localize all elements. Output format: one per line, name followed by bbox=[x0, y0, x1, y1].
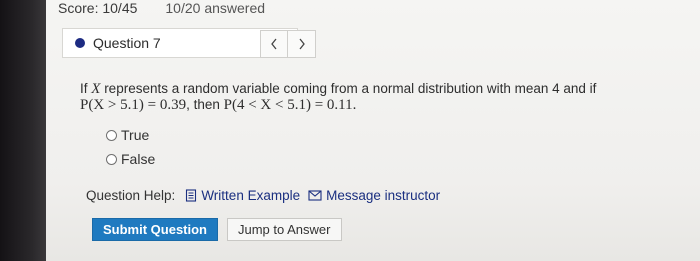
written-example-label: Written Example bbox=[201, 188, 301, 203]
message-instructor-link[interactable]: Message instructor bbox=[308, 188, 440, 203]
claimed-probability: P(4 < X < 5.1) = 0.11. bbox=[223, 97, 357, 113]
status-dot-icon bbox=[75, 38, 85, 48]
option-false[interactable]: False bbox=[106, 148, 155, 170]
question-line-2: P(X > 5.1) = 0.39, then P(4 < X < 5.1) =… bbox=[80, 97, 680, 113]
radio-true[interactable] bbox=[106, 129, 117, 141]
score-bar: Score: 10/45 10/20 answered bbox=[58, 0, 265, 19]
written-example-link[interactable]: Written Example bbox=[185, 188, 300, 203]
screen: Score: 10/45 10/20 answered Question 7 I bbox=[0, 0, 700, 261]
option-true[interactable]: True bbox=[106, 124, 155, 146]
submit-question-button[interactable]: Submit Question bbox=[92, 218, 218, 241]
question-text: If X represents a random variable coming… bbox=[80, 81, 680, 113]
document-icon bbox=[186, 189, 197, 202]
chevron-right-icon bbox=[298, 38, 305, 50]
action-buttons: Submit Question Jump to Answer bbox=[92, 218, 342, 241]
question-help-label: Question Help: bbox=[86, 188, 176, 203]
option-false-label: False bbox=[121, 151, 156, 167]
score-text: Score: 10/45 bbox=[58, 0, 138, 16]
question-then: , then bbox=[186, 97, 224, 112]
message-instructor-label: Message instructor bbox=[326, 188, 441, 203]
option-true-label: True bbox=[121, 127, 150, 143]
main-content: Score: 10/45 10/20 answered Question 7 I bbox=[46, 0, 700, 261]
question-line-1-rest: represents a random variable coming from… bbox=[100, 81, 597, 96]
question-line-1: If X represents a random variable coming… bbox=[80, 81, 680, 97]
answer-options: True False bbox=[106, 124, 155, 172]
answered-count: 10/20 answered bbox=[165, 0, 266, 16]
given-probability: P(X > 5.1) = 0.39 bbox=[80, 97, 187, 113]
next-question-button[interactable] bbox=[288, 30, 316, 58]
question-selector-label: Question 7 bbox=[93, 35, 161, 51]
jump-to-answer-button[interactable]: Jump to Answer bbox=[227, 218, 342, 241]
question-help: Question Help: Written Example Message i… bbox=[86, 188, 448, 203]
left-bezel bbox=[0, 0, 46, 261]
question-nav-buttons bbox=[260, 30, 316, 58]
question-prefix: If bbox=[80, 81, 92, 96]
envelope-icon bbox=[308, 190, 322, 201]
previous-question-button[interactable] bbox=[260, 30, 288, 58]
radio-false[interactable] bbox=[106, 153, 117, 165]
chevron-left-icon bbox=[271, 38, 277, 50]
